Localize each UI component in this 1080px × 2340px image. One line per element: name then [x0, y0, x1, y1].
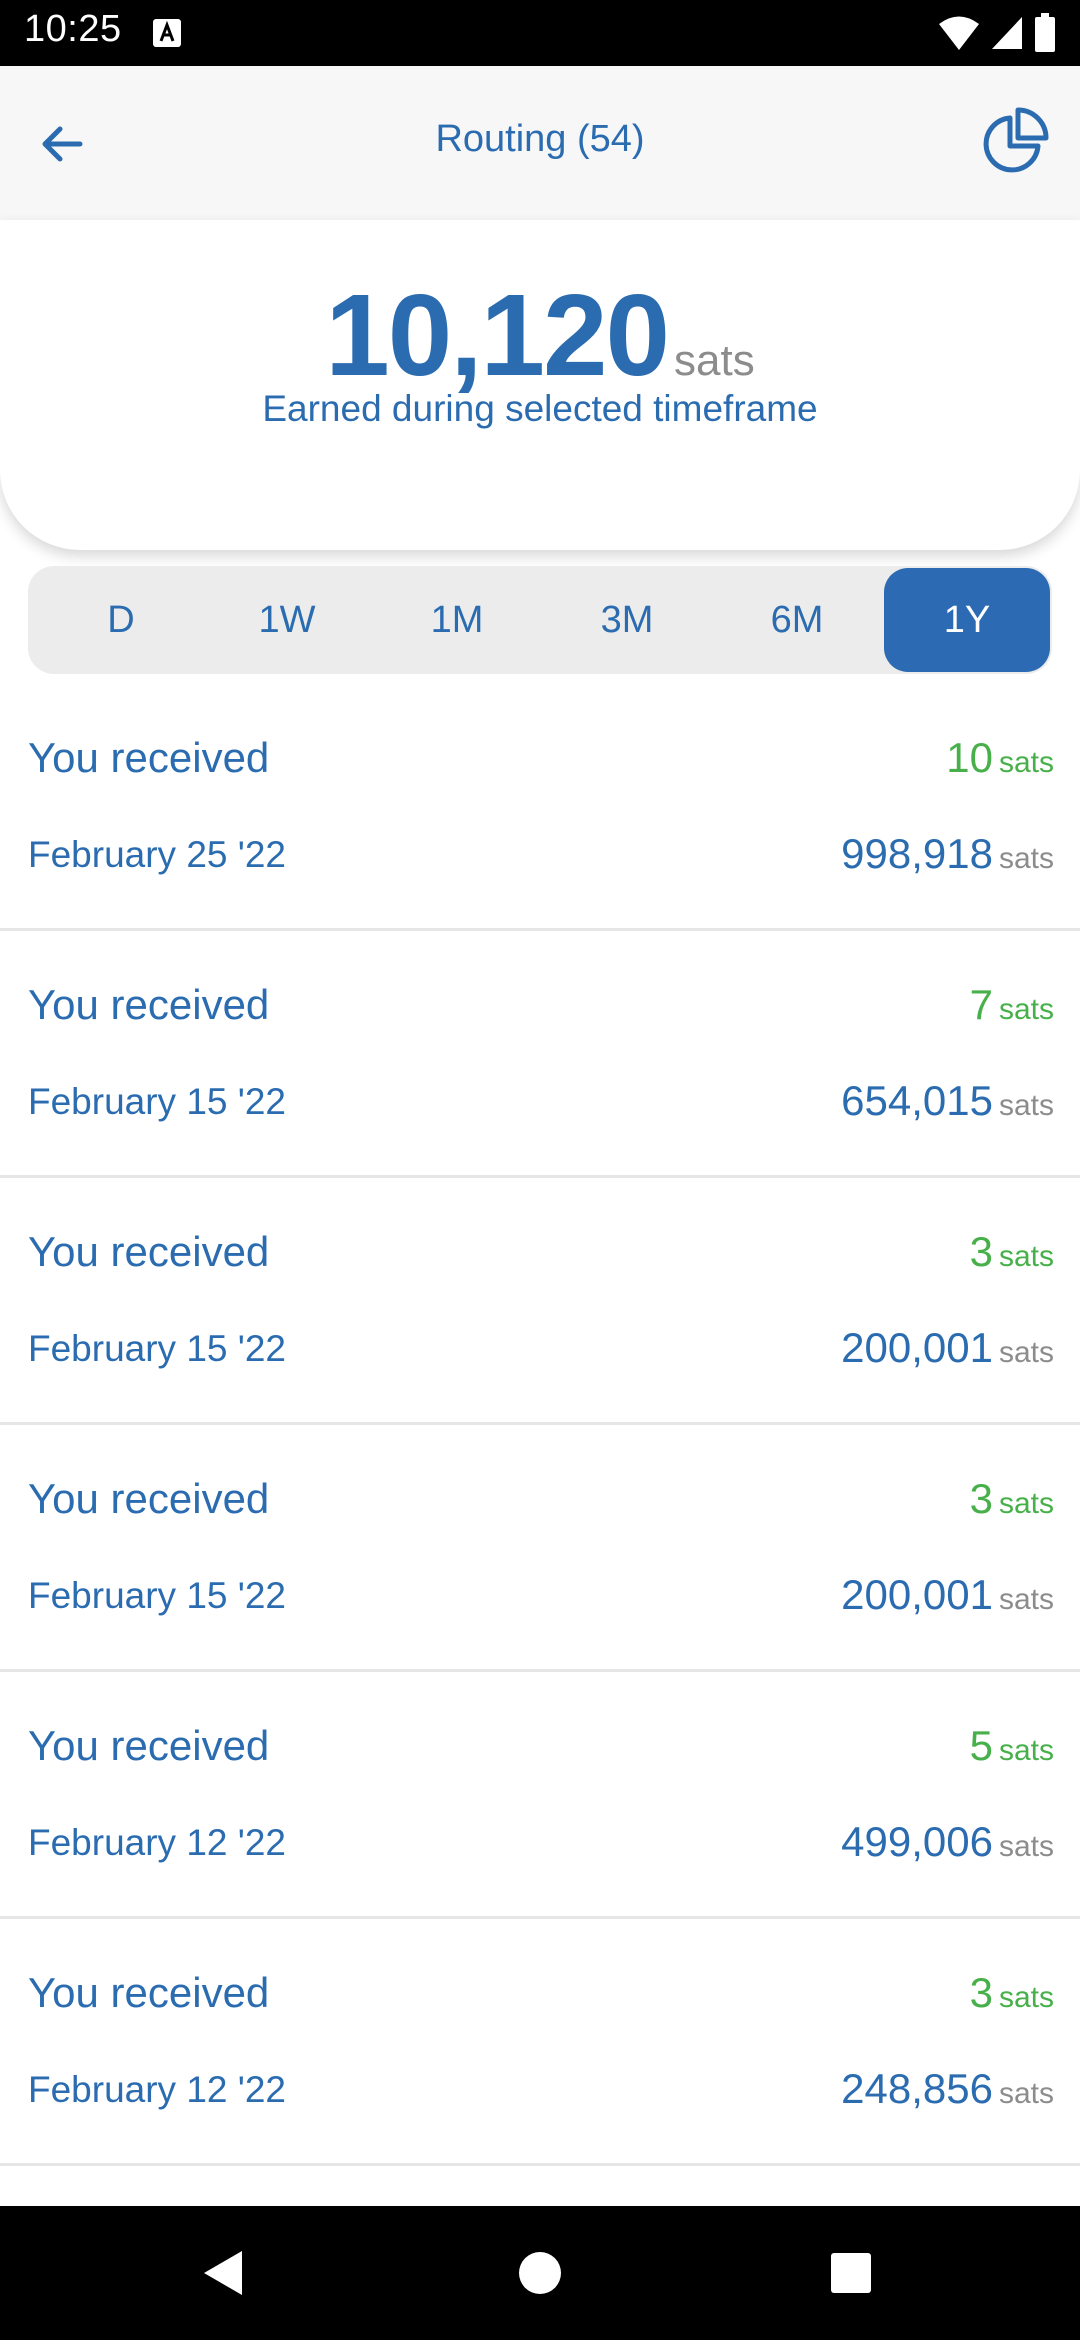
- forwarded-amount: 248,856 sats: [841, 2065, 1054, 2113]
- fee-value: 10: [946, 734, 993, 781]
- list-item[interactable]: You received 3 sats February 12 '22 248,8…: [0, 1919, 1080, 2166]
- system-navigation-bar: [0, 2206, 1080, 2340]
- page-title: Routing (54): [435, 118, 645, 160]
- amount-value: 654,015: [841, 1077, 993, 1124]
- home-circle-icon[interactable]: [505, 2238, 575, 2308]
- earnings-unit: sats: [674, 336, 755, 385]
- forwarded-amount: 998,918 sats: [841, 830, 1054, 878]
- amount-value: 248,856: [841, 2065, 993, 2112]
- forwarded-amount: 499,006 sats: [841, 1818, 1054, 1866]
- list-item[interactable]: You received 5 sats February 12 '22 499,0…: [0, 1672, 1080, 1919]
- amount-value: 998,918: [841, 830, 993, 877]
- timeframe-3m[interactable]: 3M: [544, 568, 710, 672]
- event-label: You received: [28, 1475, 270, 1522]
- fee-earned: 3 sats: [970, 1475, 1054, 1523]
- timeframe-d[interactable]: D: [38, 568, 204, 672]
- fee-value: 5: [969, 1722, 993, 1769]
- timeframe-selector: D 1W 1M 3M 6M 1Y: [28, 566, 1052, 674]
- fee-earned: 5 sats: [970, 1722, 1054, 1770]
- amount-unit: sats: [998, 1830, 1054, 1863]
- event-date: February 15 '22: [28, 1575, 286, 1616]
- pie-chart-icon[interactable]: [978, 106, 1050, 178]
- fee-unit: sats: [998, 1240, 1054, 1273]
- battery-icon: [1035, 13, 1055, 52]
- amount-unit: sats: [998, 1089, 1054, 1122]
- recents-square-icon[interactable]: [816, 2238, 886, 2308]
- wifi-icon: [939, 16, 979, 50]
- event-label: You received: [28, 1969, 270, 2016]
- timeframe-1m[interactable]: 1M: [374, 568, 540, 672]
- earnings-summary-card: 10,120 sats Earned during selected timefr…: [0, 220, 1080, 550]
- fee-earned: 7 sats: [970, 981, 1054, 1029]
- event-date: February 15 '22: [28, 1328, 286, 1369]
- event-date: February 25 '22: [28, 834, 286, 875]
- a-notification-icon: [153, 19, 181, 47]
- timeframe-1y[interactable]: 1Y: [884, 568, 1050, 672]
- forwarded-amount: 200,001 sats: [841, 1324, 1054, 1372]
- amount-unit: sats: [998, 842, 1054, 875]
- earnings-amount: 10,120: [325, 270, 670, 400]
- status-bar: 10:25: [0, 0, 1080, 66]
- forwarded-amount: 200,001 sats: [841, 1571, 1054, 1619]
- event-label: You received: [28, 1722, 270, 1769]
- timeframe-6m[interactable]: 6M: [714, 568, 880, 672]
- list-item[interactable]: You received 7 sats February 15 '22 654,0…: [0, 931, 1080, 1178]
- fee-value: 3: [969, 1969, 993, 2016]
- fee-unit: sats: [998, 746, 1054, 779]
- fee-value: 3: [969, 1228, 993, 1275]
- amount-value: 200,001: [841, 1324, 993, 1371]
- fee-earned: 3 sats: [970, 1228, 1054, 1276]
- amount-unit: sats: [998, 1583, 1054, 1616]
- amount-unit: sats: [998, 2077, 1054, 2110]
- fee-unit: sats: [998, 1734, 1054, 1767]
- header-bar: Routing (54): [0, 66, 1080, 220]
- earnings-amount-line: 10,120 sats: [0, 268, 1080, 402]
- status-time: 10:25: [24, 8, 122, 50]
- list-item[interactable]: You received 10 sats February 25 '22 998,…: [0, 684, 1080, 931]
- fee-value: 7: [969, 981, 993, 1028]
- fee-earned: 10 sats: [946, 734, 1054, 782]
- event-date: February 12 '22: [28, 1822, 286, 1863]
- amount-value: 200,001: [841, 1571, 993, 1618]
- cellular-signal-icon: [992, 17, 1022, 49]
- event-label: You received: [28, 734, 270, 781]
- amount-unit: sats: [998, 1336, 1054, 1369]
- routing-event-list: You received 10 sats February 25 '22 998,…: [0, 684, 1080, 2166]
- amount-value: 499,006: [841, 1818, 993, 1865]
- forwarded-amount: 654,015 sats: [841, 1077, 1054, 1125]
- fee-earned: 3 sats: [970, 1969, 1054, 2017]
- fee-unit: sats: [998, 993, 1054, 1026]
- event-date: February 15 '22: [28, 1081, 286, 1122]
- list-item[interactable]: You received 3 sats February 15 '22 200,0…: [0, 1425, 1080, 1672]
- event-label: You received: [28, 1228, 270, 1275]
- back-triangle-icon[interactable]: [190, 2238, 260, 2308]
- list-item[interactable]: You received 3 sats February 15 '22 200,0…: [0, 1178, 1080, 1425]
- fee-value: 3: [969, 1475, 993, 1522]
- event-date: February 12 '22: [28, 2069, 286, 2110]
- earnings-caption: Earned during selected timeframe: [262, 388, 818, 429]
- event-label: You received: [28, 981, 270, 1028]
- fee-unit: sats: [998, 1487, 1054, 1520]
- status-icons: [938, 12, 1056, 54]
- fee-unit: sats: [998, 1981, 1054, 2014]
- timeframe-1w[interactable]: 1W: [204, 568, 370, 672]
